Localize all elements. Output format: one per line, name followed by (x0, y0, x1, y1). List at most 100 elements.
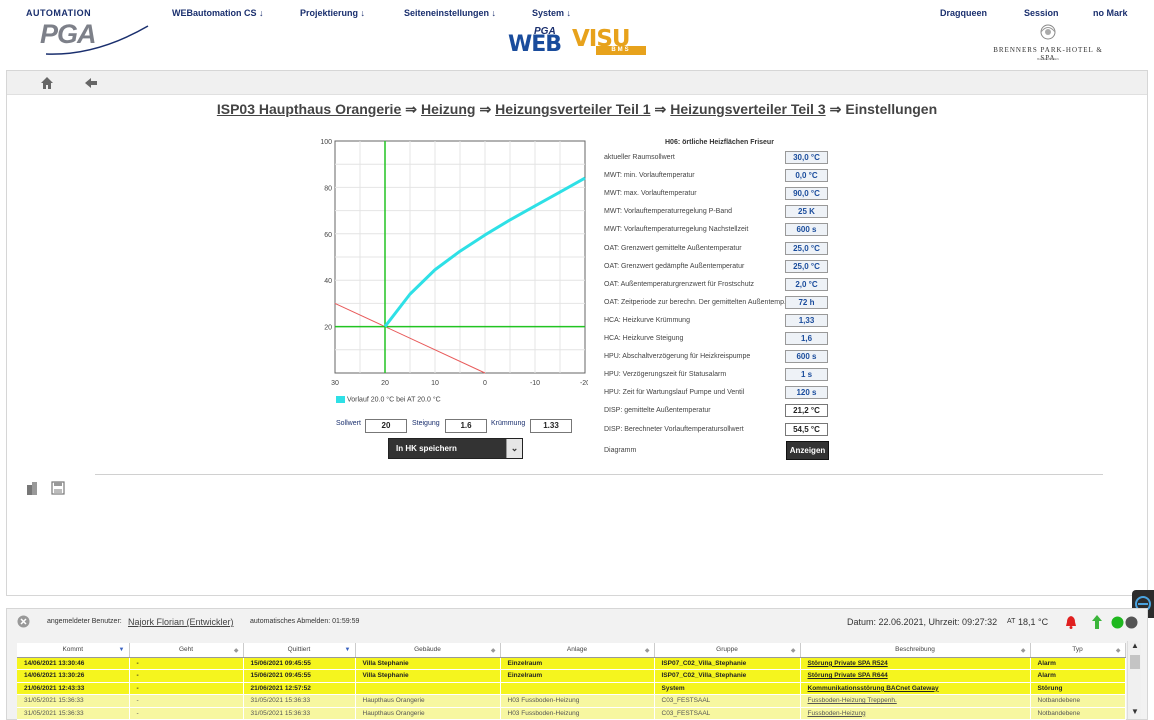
setting-value[interactable]: 90,0 °C (785, 187, 828, 201)
table-cell[interactable]: Fussboden-Heizung (800, 707, 1031, 720)
webvisu-logo-bms: BMS (596, 46, 646, 55)
table-cell[interactable]: Kommunikationsstörung BACnet Gateway (800, 682, 1031, 695)
breadcrumb: ISP03 Haupthaus Orangerie ⇒ Heizung ⇒ Heizun… (7, 101, 1147, 118)
table-row[interactable]: 31/05/2021 15:36:33-31/05/2021 15:36:33 H… (17, 694, 1126, 708)
hotel-logo: BRENNERS PARK-HOTEL & SPA BADEN-BADEN (988, 22, 1108, 62)
table-cell: 31/05/2021 15:36:33 (17, 707, 130, 720)
link-session[interactable]: Session (1024, 8, 1059, 18)
table-cell: 31/05/2021 15:36:33 (243, 707, 356, 720)
breadcrumb-current: Einstellungen (845, 101, 938, 117)
sollwert-input[interactable]: 20 (365, 419, 407, 433)
steigung-input[interactable]: 1.6 (445, 419, 487, 433)
table-row[interactable]: 14/06/2021 13:30:46-15/06/2021 09:45:55 V… (17, 657, 1126, 670)
col-kommt[interactable]: Kommt ▼ (17, 643, 130, 658)
nav-system[interactable]: System ↓ (532, 8, 571, 18)
auto-logout-timer: automatisches Abmelden: 01:59:59 (250, 618, 360, 625)
table-cell: - (129, 694, 244, 708)
alarm-table: Kommt ▼ Geht ◆ Quittiert ▼ Gebäude ◆ Anlage ◆… (17, 643, 1126, 720)
col-quittiert[interactable]: Quittiert ▼ (243, 643, 356, 658)
nav-webautomation[interactable]: WEBautomation CS ↓ (172, 8, 264, 18)
col-typ-label: Typ (1072, 646, 1083, 654)
alarm-scrollbar[interactable]: ▲ ▼ (1127, 641, 1141, 719)
table-cell: H03 Fussboden-Heizung (500, 707, 655, 720)
more-icon[interactable] (1125, 616, 1138, 629)
col-anlage[interactable]: Anlage ◆ (500, 643, 655, 658)
alarm-table-body: 14/06/2021 13:30:46-15/06/2021 09:45:55 V… (17, 657, 1126, 720)
col-geht-label: Geht (178, 646, 194, 654)
table-row[interactable]: 14/06/2021 13:30:26-15/06/2021 09:45:55 V… (17, 669, 1126, 683)
pga-automation-logo[interactable]: AUTOMATION PGA (26, 8, 150, 55)
link-dragqueen[interactable]: Dragqueen (940, 8, 987, 18)
table-cell[interactable]: Störung Private SPA R644 (800, 669, 1031, 683)
show-diagram-button[interactable]: Anzeigen (786, 441, 829, 460)
logged-user-name[interactable]: Najork Florian (Entwickler) (128, 617, 234, 627)
table-cell: C03_FESTSAAL (654, 707, 801, 720)
setting-value[interactable]: 25,0 °C (785, 259, 828, 273)
status-bar: angemeldeter Benutzer: Najork Florian (E… (7, 609, 1147, 635)
app-root: AUTOMATION PGA WEBautomation CS ↓ Projek… (0, 0, 1154, 720)
table-cell: Villa Stephanie (355, 669, 501, 683)
legend-label: Vorlauf 20.0 °C bei AT 20.0 °C (347, 396, 441, 404)
home-icon[interactable] (39, 75, 55, 91)
table-cell: 15/06/2021 09:45:55 (243, 657, 356, 670)
arrow-left-icon[interactable] (83, 75, 99, 91)
table-cell: Haupthaus Orangerie (355, 694, 501, 708)
table-cell[interactable]: Störung Private SPA R524 (800, 657, 1031, 670)
setting-label: MWT: Vorlauftemperaturregelung Nachstell… (604, 226, 749, 234)
col-typ[interactable]: Typ ◆ (1030, 643, 1126, 658)
setting-value[interactable]: 25 K (785, 205, 828, 219)
setting-value[interactable]: 30,0 °C (785, 151, 828, 164)
setting-value[interactable]: 72 h (785, 295, 828, 309)
arrow-up-icon[interactable] (1091, 614, 1103, 630)
setting-value[interactable]: 1 s (785, 368, 828, 382)
table-cell[interactable]: Fussboden-Heizung Treppenh. (800, 694, 1031, 708)
y-tick-label: 20 (324, 325, 332, 332)
breadcrumb-item-verteiler-1[interactable]: Heizungsverteiler Teil 1 (495, 101, 650, 117)
setting-value[interactable]: 1,6 (785, 332, 828, 345)
setting-value[interactable]: 1,33 (785, 313, 828, 327)
sort-icon: ◆ (233, 648, 239, 654)
nav-projektierung[interactable]: Projektierung ↓ (300, 8, 365, 18)
diagram-label: Diagramm (604, 447, 637, 454)
scroll-up-icon[interactable]: ▲ (1128, 641, 1142, 653)
heating-curve-chart: 3020100-10-2010080604020 (308, 134, 590, 396)
save-to-hk-select[interactable]: In HK speichern ⌄ (388, 438, 523, 459)
table-cell: H03 Fussboden-Heizung (500, 694, 655, 708)
alarm-table-header: Kommt ▼ Geht ◆ Quittiert ▼ Gebäude ◆ Anlage ◆… (17, 643, 1126, 658)
col-gruppe[interactable]: Gruppe ◆ (654, 643, 801, 658)
nav-seiteneinstellungen[interactable]: Seiteneinstellungen ↓ (404, 8, 496, 18)
setting-value: 54,5 °C (785, 422, 828, 436)
setting-value[interactable]: 120 s (785, 386, 828, 400)
col-gebaeude-label: Gebäude (414, 646, 441, 654)
bell-icon[interactable] (1065, 615, 1077, 629)
setting-value[interactable]: 2,0 °C (785, 277, 828, 291)
table-row[interactable]: 31/05/2021 15:36:33-31/05/2021 15:36:33 H… (17, 707, 1126, 720)
x-tick-label: 10 (431, 380, 439, 387)
breadcrumb-arrow: ⇒ (479, 101, 492, 117)
breadcrumb-item-heizung[interactable]: Heizung (421, 101, 475, 117)
hotel-subtitle: BADEN-BADEN (1037, 57, 1059, 61)
link-no-mark[interactable]: no Mark (1093, 8, 1128, 18)
setting-value[interactable]: 25,0 °C (785, 241, 828, 255)
close-icon[interactable] (17, 615, 30, 628)
setting-label: MWT: min. Vorlauftemperatur (604, 172, 695, 180)
setting-value[interactable]: 600 s (785, 350, 828, 364)
breadcrumb-item-building[interactable]: ISP03 Haupthaus Orangerie (217, 101, 401, 117)
sort-icon: ◆ (1020, 648, 1026, 654)
col-geht[interactable]: Geht ◆ (129, 643, 244, 658)
scroll-thumb[interactable] (1130, 655, 1140, 669)
col-beschreibung[interactable]: Beschreibung ◆ (800, 643, 1031, 658)
breadcrumb-item-verteiler-3[interactable]: Heizungsverteiler Teil 3 (670, 101, 825, 117)
col-gebaeude[interactable]: Gebäude ◆ (355, 643, 501, 658)
chevron-down-icon[interactable]: ⌄ (506, 439, 522, 458)
settings-title: H06: örtliche Heizflächen Friseur (665, 139, 774, 146)
scroll-down-icon[interactable]: ▼ (1128, 707, 1142, 719)
table-row[interactable]: 21/06/2021 12:43:33-21/06/2021 12:57:52 S… (17, 682, 1126, 695)
table-cell: System (654, 682, 801, 695)
save-icon[interactable] (51, 481, 65, 495)
setting-value[interactable]: 0,0 °C (785, 169, 828, 183)
kruemmung-input[interactable]: 1.33 (530, 419, 572, 433)
building-icon[interactable] (25, 481, 39, 495)
outside-temp-label: AT (1007, 618, 1016, 625)
setting-value[interactable]: 600 s (785, 223, 828, 237)
